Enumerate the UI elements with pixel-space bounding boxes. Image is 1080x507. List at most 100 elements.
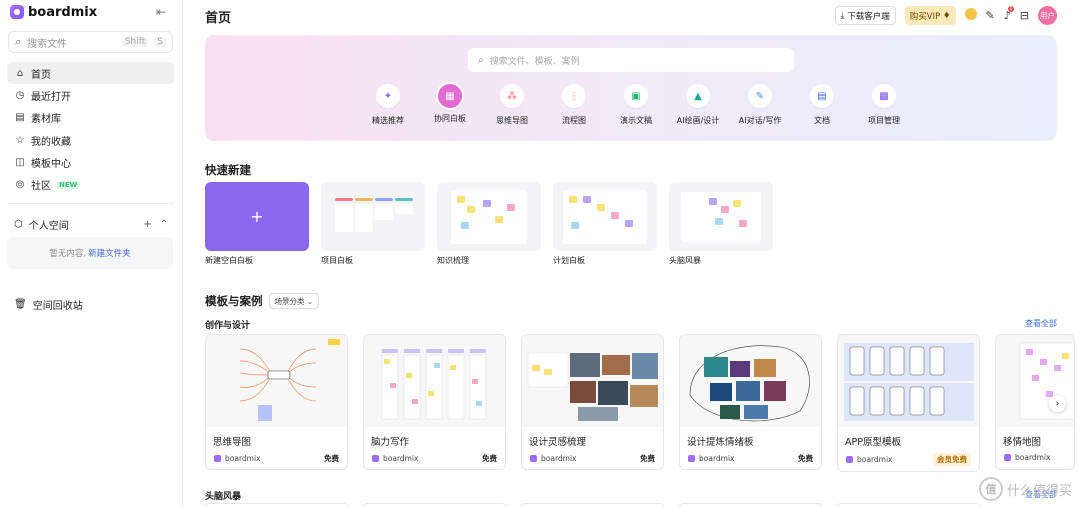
community-icon: ◎: [15, 179, 25, 191]
sidebar-item-favorites[interactable]: ☆ 我的收藏: [7, 129, 174, 151]
category-mindmap[interactable]: ⁂ 思维导图: [481, 84, 543, 126]
templates-title: 模板与案例: [205, 294, 263, 308]
collapse-sidebar-icon[interactable]: ⇤: [156, 5, 166, 19]
template-footer: boardmix 免费: [206, 448, 347, 464]
search-icon: ⌕: [15, 35, 22, 48]
category-slides[interactable]: ▣ 演示文稿: [605, 84, 667, 126]
watermark-text: 什么值得买: [1006, 483, 1072, 499]
sidebar-item-community[interactable]: ◎ 社区 NEW: [7, 174, 174, 196]
category-row: ✦ 精选推荐 ▦ 协同白板 ⁂ 思维导图 ⋮ 流程图 ▣ 演示文稿 ▲ AI绘画…: [357, 82, 915, 126]
price-tag: 免费: [640, 454, 655, 463]
template-name: 设计灵感梳理: [529, 437, 587, 448]
vip-label: 购买VIP: [909, 11, 941, 22]
sidebar-search-input[interactable]: ⌕ 搜索文件 Shift S: [8, 31, 173, 53]
plus-icon: +: [205, 182, 309, 251]
sidebar-item-recent[interactable]: ◷ 最近打开: [7, 84, 174, 106]
category-doc[interactable]: ▤ 文档: [791, 84, 853, 126]
view-all-link[interactable]: 查看全部: [1025, 318, 1057, 329]
template-card[interactable]: 思维导图 boardmix 免费: [205, 334, 348, 470]
doc-icon: ▤: [810, 84, 834, 108]
category-ai-design[interactable]: ▲ AI绘画/设计: [667, 84, 729, 126]
template-card[interactable]: 脑力写作 boardmix 免费: [363, 334, 506, 470]
category-ai-writing[interactable]: ✎ AI对话/写作: [729, 84, 791, 126]
inbox-icon[interactable]: ⊟: [1020, 9, 1029, 22]
watermark-logo-icon: 值: [978, 477, 1003, 501]
bell-icon[interactable]: ♪ 1: [1004, 6, 1014, 22]
hero-banner: ⌕ 搜索文件、模板、案例 ✦ 精选推荐 ▦ 协同白板 ⁂ 思维导图 ⋮ 流程图 …: [205, 35, 1057, 141]
quick-create-title: 快速新建: [205, 163, 251, 177]
category-project[interactable]: ▩ 项目管理: [853, 84, 915, 126]
hero-search-input[interactable]: ⌕ 搜索文件、模板、案例: [468, 48, 794, 72]
template-icon: ◫: [15, 157, 25, 169]
category-flowchart[interactable]: ⋮ 流程图: [543, 84, 605, 126]
brainstorm-card-row: [205, 503, 1055, 507]
template-card[interactable]: [679, 503, 822, 507]
moodboard-preview-image: [689, 345, 810, 422]
member-free-tag: 会员免费: [933, 453, 971, 466]
template-card[interactable]: APP原型模板 boardmix 会员免费: [837, 334, 980, 472]
sidebar-item-assets[interactable]: ▤ 素材库: [7, 107, 174, 129]
quick-card-blank[interactable]: + 新建空白白板: [205, 182, 309, 266]
quick-card-label: 新建空白白板: [205, 256, 253, 265]
template-card[interactable]: 设计提炼情绪板 boardmix 免费: [679, 334, 822, 470]
quick-card-project[interactable]: 项目白板: [321, 182, 425, 266]
template-card[interactable]: [363, 503, 506, 507]
chevron-up-icon[interactable]: ⌃: [160, 219, 168, 230]
coin-icon[interactable]: [964, 8, 977, 23]
new-folder-link[interactable]: 新建文件夹: [88, 247, 131, 259]
price-tag: 免费: [798, 454, 813, 463]
quick-card-label: 头脑风暴: [669, 256, 701, 265]
template-card[interactable]: [837, 503, 980, 507]
template-card[interactable]: 设计灵感梳理 boardmix 免费: [521, 334, 664, 470]
quick-card-label: 计划白板: [553, 256, 585, 265]
template-card[interactable]: [205, 503, 348, 507]
template-card[interactable]: [521, 503, 664, 507]
vip-diamond-icon: ♦: [940, 10, 951, 21]
template-footer: boardmix: [996, 448, 1074, 462]
search-placeholder: 搜索文件: [27, 38, 68, 50]
download-client-button[interactable]: ⤓ 下载客户端: [834, 6, 896, 25]
next-arrow-button[interactable]: ›: [1049, 395, 1066, 412]
sidebar-item-home[interactable]: ⌂ 首页: [7, 62, 174, 84]
template-author: boardmix: [1015, 453, 1051, 462]
notification-count: 1: [1007, 6, 1014, 12]
category-featured[interactable]: ✦ 精选推荐: [357, 84, 419, 126]
sidebar-divider: [8, 203, 174, 204]
flowchart-icon: ⋮: [562, 84, 586, 108]
mindmap-icon: ⁂: [500, 84, 524, 108]
app-prototype-preview-image: [844, 343, 974, 421]
quick-card-brainstorm[interactable]: 头脑风暴: [669, 182, 773, 266]
brand-name: boardmix: [28, 4, 98, 20]
boardmix-logo-icon: [10, 5, 24, 19]
category-whiteboard[interactable]: ▦ 协同白板: [419, 82, 481, 126]
chevron-down-icon: ⌄: [304, 296, 314, 306]
category-label: 思维导图: [496, 116, 528, 125]
add-icon[interactable]: +: [143, 219, 151, 230]
book-icon: ▤: [15, 112, 25, 124]
top-toolbar: ⤓ 下载客户端 购买VIP ♦ ✎ ♪ 1 ⊟ 用户: [834, 6, 1057, 25]
ai-image-icon: ▲: [686, 84, 710, 108]
mindmap-preview-image: [239, 339, 340, 421]
brand[interactable]: boardmix: [0, 0, 182, 24]
new-badge: NEW: [56, 180, 81, 189]
avatar[interactable]: 用户: [1038, 6, 1057, 25]
brainstorm-board-thumbnail: [669, 182, 773, 251]
boardmix-logo-icon: [688, 455, 695, 462]
search-icon: ⌕: [478, 54, 484, 66]
brainwriting-thumbnail: [364, 335, 505, 427]
scene-filter-dropdown[interactable]: 场景分类 ⌄: [268, 293, 320, 309]
category-label: AI绘画/设计: [676, 116, 720, 125]
personal-space-header[interactable]: ⬡ 个人空间 + ⌃: [8, 214, 174, 234]
project-icon: ▩: [872, 84, 896, 108]
sidebar-item-trash[interactable]: 🗑 空间回收站: [8, 294, 174, 314]
download-label: 下载客户端: [847, 11, 890, 22]
boardmix-logo-icon: [214, 455, 221, 462]
edit-icon[interactable]: ✎: [986, 9, 995, 22]
quick-card-plan[interactable]: 计划白板: [553, 182, 657, 266]
inspiration-preview-image: [527, 352, 658, 421]
cube-icon: ⬡: [14, 218, 23, 230]
quick-card-knowledge[interactable]: 知识梳理: [437, 182, 541, 266]
app-prototype-thumbnail: [838, 335, 979, 427]
buy-vip-button[interactable]: 购买VIP ♦: [904, 6, 956, 25]
sidebar-item-templates[interactable]: ◫ 模板中心: [7, 152, 174, 174]
